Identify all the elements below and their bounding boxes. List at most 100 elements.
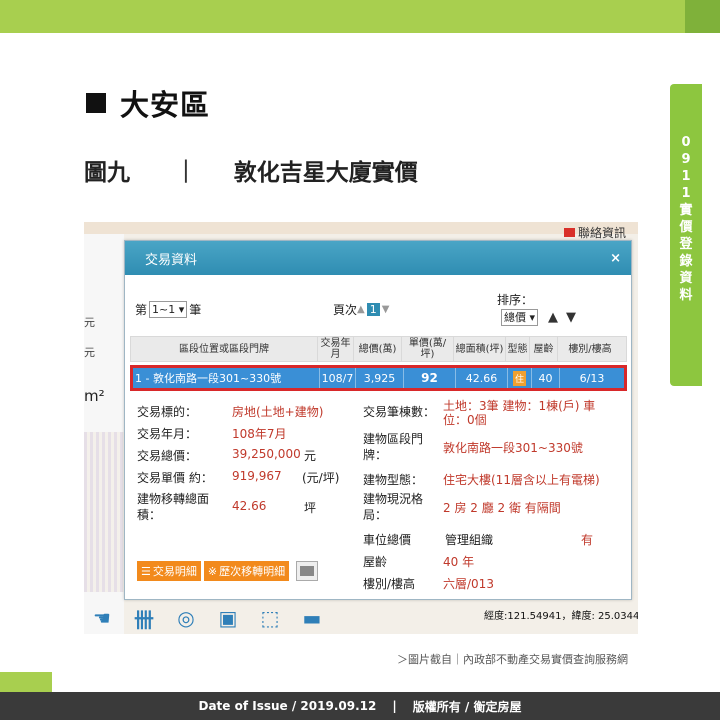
- detail-button[interactable]: ☰ 交易明細: [137, 561, 201, 581]
- history-button[interactable]: ※ 歷次移轉明細: [203, 561, 290, 581]
- date-label: 交易年月：: [137, 427, 198, 441]
- layout-value: 2 房 2 廳 2 衛 有隔間: [443, 501, 561, 515]
- unit-price-unit: (元/坪): [302, 471, 340, 485]
- top-accent-bar: [0, 0, 685, 33]
- row-total: 3,925: [356, 368, 404, 388]
- record-select[interactable]: 1~1 ▾: [149, 301, 188, 318]
- sort-desc-icon[interactable]: ▼: [566, 310, 576, 325]
- side-tab-char: 登: [679, 237, 693, 252]
- col-type: 型態: [506, 337, 530, 361]
- side-tab-char: 實: [679, 203, 693, 218]
- floor-value: 六層/013: [443, 577, 494, 591]
- building-type-value: 住宅大樓(11層含以上有電梯): [443, 473, 600, 487]
- background-map-pattern: [84, 432, 124, 592]
- current-page[interactable]: 1: [366, 303, 380, 316]
- target-label: 交易標的：: [137, 405, 198, 419]
- col-unit: 單價(萬/坪): [402, 337, 454, 361]
- extent-icon[interactable]: ⬚: [258, 606, 282, 630]
- background-top-strip: [84, 222, 638, 234]
- section-title-text: 大安區: [120, 88, 211, 122]
- col-area: 總面積(坪): [454, 337, 506, 361]
- sort-asc-icon[interactable]: ▲: [548, 310, 558, 325]
- figure-separator: |: [182, 157, 190, 183]
- pointer-icon[interactable]: ☚: [90, 606, 114, 630]
- side-tab[interactable]: 0 9 1 1 實 價 登 錄 資 料: [670, 84, 702, 386]
- source-caption: ＞圖片截自｜內政部不動產交易實價查詢服務網: [397, 653, 628, 666]
- side-tab-char: 1: [681, 186, 691, 201]
- side-tab-char: 資: [679, 271, 693, 286]
- contact-link[interactable]: 聯絡資訊: [563, 224, 626, 241]
- date-value: 108年7月: [232, 427, 287, 441]
- parking-price-label: 車位總價: [363, 533, 412, 547]
- table-row[interactable]: 1 - 敦化南路一段301~330號 108/7 3,925 92 42.66 …: [130, 365, 627, 391]
- coordinate-readout: 經度:121.54941，緯度: 25.03442: [484, 611, 638, 622]
- record-pager: 第 1~1 ▾ 筆: [135, 301, 201, 318]
- transaction-dialog: 交易資料 × 第 1~1 ▾ 筆 頁次 ▲ 1 ▼ 排序： 總價 ▾ ▲ ▼ 區…: [124, 240, 632, 600]
- unit-price-label: 交易單價 約：: [137, 471, 213, 485]
- top-accent-corner: [685, 0, 720, 33]
- total-unit: 元: [304, 449, 317, 463]
- col-address: 區段位置或區段門牌: [131, 337, 318, 361]
- unit-price-value: 919,967: [232, 469, 282, 483]
- location-pin-icon[interactable]: ◎: [174, 606, 198, 630]
- type-badge: 住: [512, 370, 526, 386]
- count-value: 土地：3筆 建物：1棟(戶) 車位：0個: [443, 399, 596, 427]
- copyright: 版權所有 / 衡定房屋: [412, 699, 522, 714]
- background-unit-label: 元: [84, 316, 95, 329]
- close-icon[interactable]: ×: [610, 251, 621, 266]
- dialog-header: 交易資料 ×: [125, 241, 631, 275]
- area-label: 建物移轉總面積：: [137, 492, 210, 522]
- col-age: 屋齡: [530, 337, 558, 361]
- management-label: 管理組織: [445, 533, 494, 547]
- sort-label: 排序：: [497, 293, 534, 307]
- building-address-value: 敦化南路一段301~330號: [443, 441, 583, 455]
- side-tab-char: 1: [681, 169, 691, 184]
- row-type: 住: [508, 368, 532, 388]
- detail-button-label: 交易明細: [152, 565, 197, 578]
- history-icon: ※: [207, 565, 218, 578]
- row-unit: 92: [404, 368, 456, 388]
- background-unit-label: 元: [84, 346, 95, 359]
- col-total: 總價(萬): [354, 337, 402, 361]
- history-button-label: 歷次移轉明細: [219, 565, 286, 578]
- map-toolbar: ☚ 卌 ◎ ▣ ⬚ ▬: [84, 602, 384, 634]
- contact-label: 聯絡資訊: [577, 226, 626, 240]
- side-tab-char: 錄: [679, 254, 693, 269]
- building-type-label: 建物型態：: [363, 473, 424, 487]
- measure-icon[interactable]: 卌: [132, 606, 156, 632]
- figure-title: 圖九 | 敦化吉星大廈實價: [84, 153, 418, 187]
- zoom-box-icon[interactable]: ▣: [216, 606, 240, 630]
- building-address-label: 建物區段門牌：: [363, 432, 424, 462]
- action-buttons: ☰ 交易明細 ※ 歷次移轉明細: [137, 561, 319, 581]
- side-tab-char: 9: [681, 152, 691, 167]
- message-icon: [563, 228, 575, 237]
- side-tab-char: 價: [679, 220, 693, 235]
- target-value: 房地(土地+建物): [232, 405, 324, 419]
- side-tab-char: 0: [681, 135, 691, 150]
- list-icon: ☰: [141, 565, 151, 578]
- sort-control: 總價 ▾ ▲ ▼: [499, 309, 576, 326]
- row-area: 42.66: [456, 368, 508, 388]
- row-address: 1 - 敦化南路一段301~330號: [133, 368, 320, 388]
- square-bullet-icon: [86, 93, 106, 113]
- table-header: 區段位置或區段門牌 交易年月 總價(萬) 單價(萬/坪) 總面積(坪) 型態 屋…: [130, 336, 627, 362]
- management-value: 有: [581, 533, 594, 547]
- prev-page-icon[interactable]: ▲: [357, 304, 365, 315]
- footer-accent: [0, 672, 52, 692]
- row-date: 108/7: [320, 368, 356, 388]
- pager-suffix: 筆: [189, 303, 202, 317]
- pdf-export-icon[interactable]: [296, 561, 319, 581]
- next-page-icon[interactable]: ▼: [382, 304, 390, 315]
- background-area-unit: m²: [84, 387, 105, 405]
- total-value: 39,250,000: [232, 447, 301, 461]
- print-icon[interactable]: ▬: [300, 606, 324, 630]
- area-unit: 坪: [304, 501, 317, 515]
- sort-select[interactable]: 總價 ▾: [501, 309, 539, 326]
- section-title: 大安區: [86, 82, 210, 124]
- col-floor: 樓別/樓高: [568, 343, 612, 355]
- total-label: 交易總價：: [137, 449, 198, 463]
- col-date: 交易年月: [318, 337, 354, 361]
- layout-label: 建物現況格局：: [363, 492, 424, 522]
- page-indicator: 頁次 ▲ 1 ▼: [333, 301, 389, 318]
- record-select-value: 1~1: [152, 303, 176, 316]
